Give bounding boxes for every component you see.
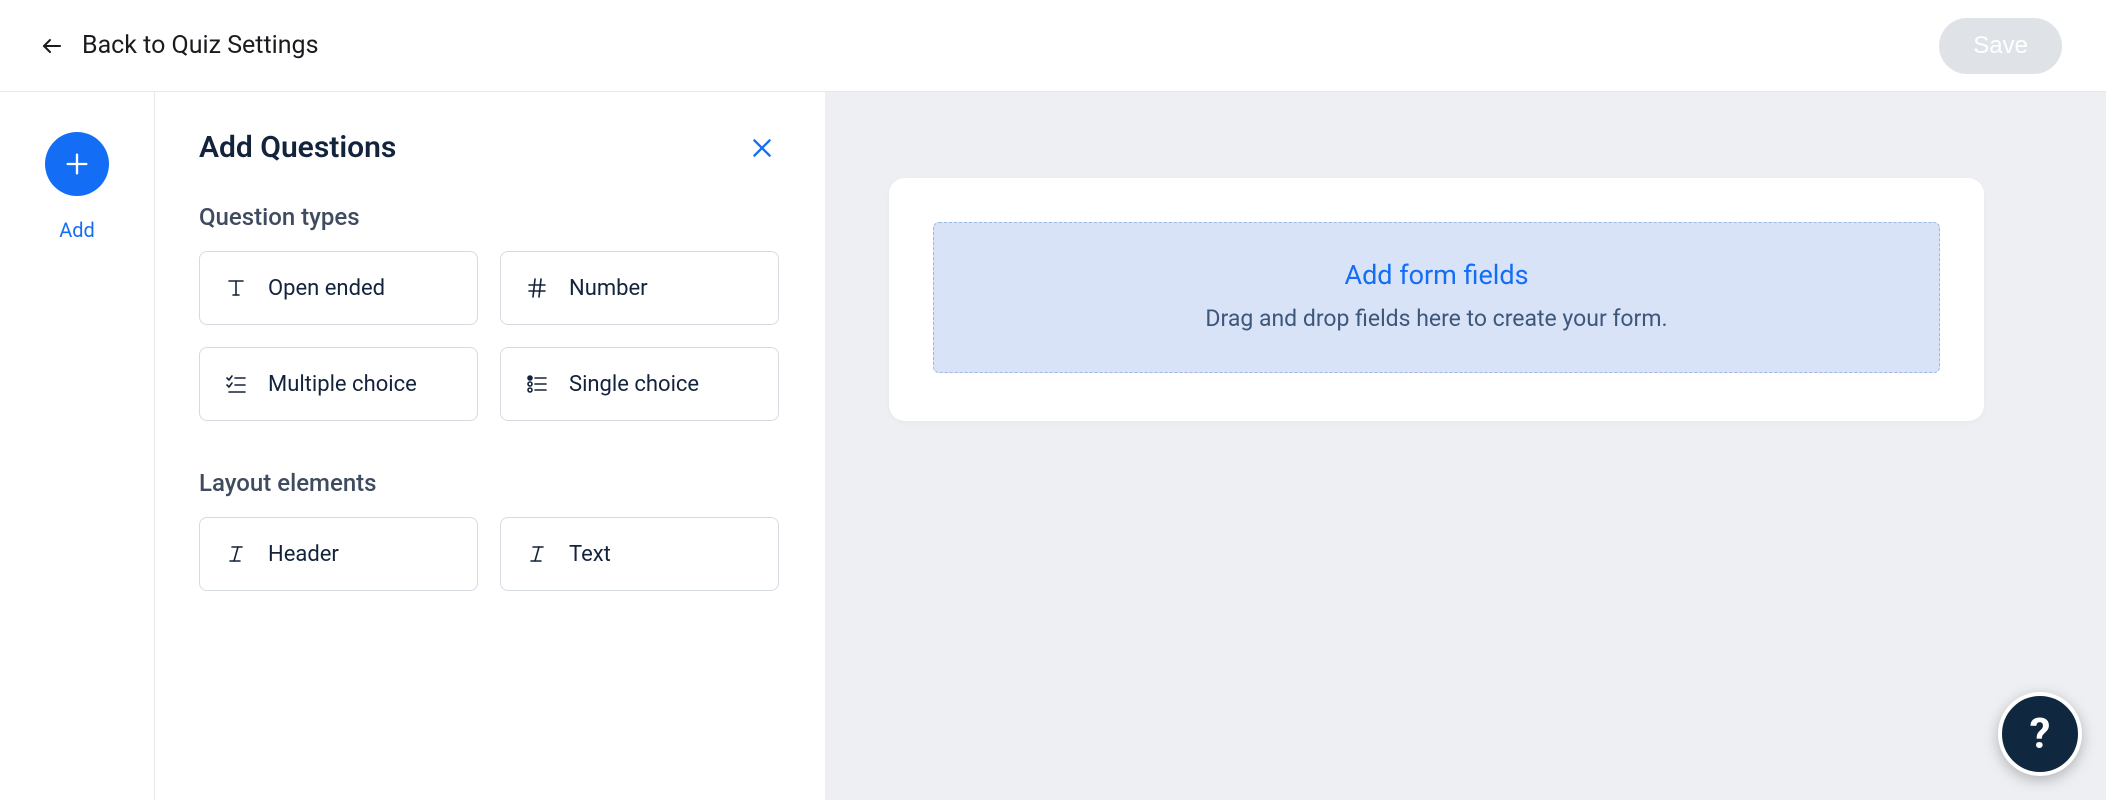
checklist-icon [222, 370, 250, 398]
add-questions-panel: Add Questions Question types [155, 92, 825, 800]
topbar: Back to Quiz Settings Save [0, 0, 2106, 92]
text-type-icon [222, 274, 250, 302]
question-types-grid: Open ended Number [199, 251, 779, 421]
tile-header[interactable]: Header [199, 517, 478, 591]
back-link[interactable]: Back to Quiz Settings [40, 31, 318, 60]
back-label: Back to Quiz Settings [82, 31, 318, 60]
form-card: Add form fields Drag and drop fields her… [889, 178, 1984, 421]
left-rail: Add [0, 92, 155, 800]
close-icon [749, 135, 775, 161]
tile-text[interactable]: Text [500, 517, 779, 591]
tile-label: Open ended [268, 276, 385, 301]
section-question-types: Question types [199, 203, 779, 231]
italic-type-icon [222, 540, 250, 568]
save-button[interactable]: Save [1939, 18, 2062, 74]
tile-label: Header [268, 542, 339, 567]
add-question-button[interactable] [45, 132, 109, 196]
italic-type-icon [523, 540, 551, 568]
add-label: Add [59, 218, 95, 242]
dropzone-subtitle: Drag and drop fields here to create your… [954, 305, 1919, 332]
tile-open-ended[interactable]: Open ended [199, 251, 478, 325]
tile-multiple-choice[interactable]: Multiple choice [199, 347, 478, 421]
tile-label: Single choice [569, 372, 699, 397]
help-button[interactable]: ? [1998, 692, 2082, 776]
layout-elements-grid: Header Text [199, 517, 779, 591]
hash-icon [523, 274, 551, 302]
section-layout-elements: Layout elements [199, 469, 779, 497]
tile-label: Text [569, 542, 611, 567]
panel-header: Add Questions [199, 130, 779, 165]
body-area: Add Add Questions Question types [0, 92, 2106, 800]
tile-label: Number [569, 276, 648, 301]
plus-icon [63, 150, 91, 178]
arrow-left-icon [40, 34, 64, 58]
panel-title: Add Questions [199, 130, 396, 165]
question-mark-icon: ? [2030, 710, 2051, 759]
close-panel-button[interactable] [745, 131, 779, 165]
tile-single-choice[interactable]: Single choice [500, 347, 779, 421]
tile-label: Multiple choice [268, 372, 417, 397]
dropzone-title: Add form fields [954, 259, 1919, 291]
form-canvas: Add form fields Drag and drop fields her… [825, 92, 2106, 800]
tile-number[interactable]: Number [500, 251, 779, 325]
radio-list-icon [523, 370, 551, 398]
form-dropzone[interactable]: Add form fields Drag and drop fields her… [933, 222, 1940, 373]
